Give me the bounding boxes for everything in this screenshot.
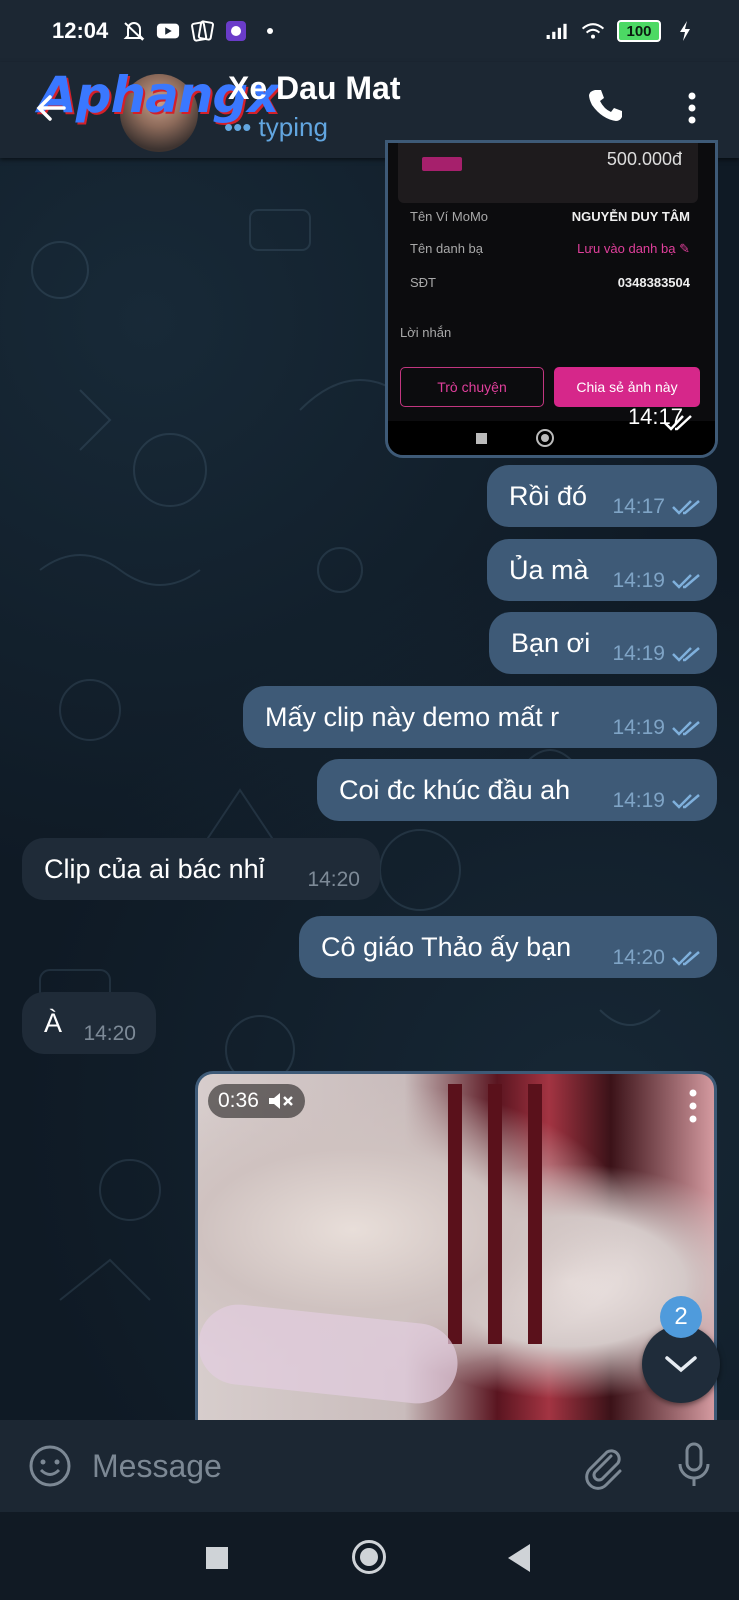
video-duration-label: 0:36	[218, 1089, 259, 1112]
message-time: 14:19	[612, 569, 665, 592]
signal-icon	[545, 20, 569, 42]
message-bubble[interactable]: Clip của ai bác nhỉ 14:20	[22, 838, 380, 900]
home-icon	[536, 429, 554, 447]
double-check-icon	[672, 500, 700, 515]
shot-row: Tên Ví MoMo NGUYỄN DUY TÂM	[410, 209, 690, 224]
more-vertical-icon	[689, 1089, 697, 1123]
message-time: 14:19	[612, 716, 665, 739]
status-time: 12:04	[52, 18, 109, 43]
wifi-icon	[581, 20, 605, 42]
message-text: Cô giáo Thảo ấy bạn	[321, 931, 572, 962]
cards-icon	[190, 20, 215, 42]
contact-name[interactable]: Xe Dau Mat	[228, 70, 400, 107]
mute-icon	[122, 20, 146, 42]
message-time: 14:20	[307, 868, 360, 891]
message-composer	[0, 1420, 739, 1512]
message-time: 14:20	[612, 946, 665, 969]
edit-icon: ✎	[679, 241, 690, 256]
shot-row: Tên danh bạ Lưu vào danh bạ ✎	[410, 241, 690, 256]
message-bubble[interactable]: Bạn ơi 14:19	[489, 612, 717, 674]
message-text: Bạn ơi	[511, 627, 591, 658]
double-check-icon	[672, 721, 700, 736]
message-bubble[interactable]: Ủa mà 14:19	[487, 539, 717, 601]
double-check-icon	[664, 415, 692, 431]
charging-icon	[673, 20, 697, 42]
unread-count-badge[interactable]: 2	[660, 1296, 702, 1338]
message-text: Ủa mà	[509, 554, 589, 585]
message-input[interactable]	[92, 1438, 552, 1494]
message-bubble[interactable]: Mấy clip này demo mất r 14:19	[243, 686, 717, 748]
message-time: 14:20	[83, 1022, 136, 1045]
message-bubble[interactable]: Cô giáo Thảo ấy bạn 14:20	[299, 916, 717, 978]
shot-share-button: Chia sẻ ảnh này	[554, 367, 700, 407]
double-check-icon	[672, 951, 700, 966]
message-text: Rồi đó	[509, 480, 588, 511]
recents-button[interactable]	[206, 1547, 228, 1569]
more-vertical-icon	[688, 92, 696, 124]
shot-row-value: Lưu vào danh bạ ✎	[577, 241, 690, 256]
message-text: Clip của ai bác nhỉ	[44, 853, 265, 884]
shot-chat-button: Trò chuyện	[400, 367, 544, 407]
system-back-button[interactable]	[508, 1544, 530, 1572]
shot-row-label: Tên Ví MoMo	[410, 209, 489, 224]
shot-row-label: SĐT	[410, 275, 436, 290]
video-duration: 0:36	[208, 1084, 305, 1118]
microphone-icon	[678, 1442, 710, 1486]
shot-row-label: Tên danh bạ	[410, 241, 484, 256]
shot-row-value: 0348383504	[617, 275, 690, 290]
message-text: Mấy clip này demo mất r	[265, 701, 560, 732]
typing-status-label: typing	[258, 112, 328, 142]
double-check-icon	[672, 647, 700, 662]
shot-row: SĐT 0348383504	[410, 275, 690, 290]
double-check-icon	[672, 794, 700, 809]
message-text: À	[44, 1007, 63, 1038]
app-icon	[224, 20, 248, 42]
message-time: 14:19	[612, 642, 665, 665]
video-more-button[interactable]	[688, 1088, 698, 1124]
muted-speaker-icon	[268, 1093, 293, 1109]
more-options-button[interactable]	[680, 86, 704, 130]
message-bubble[interactable]: Rồi đó 14:17	[487, 465, 717, 527]
status-bar: 12:04 100	[0, 0, 739, 62]
attach-button[interactable]	[580, 1442, 628, 1490]
typing-status: ••• typing	[224, 112, 328, 143]
shot-row-value: NGUYỄN DUY TÂM	[571, 209, 690, 224]
home-button[interactable]	[352, 1540, 386, 1574]
paperclip-icon	[585, 1449, 622, 1490]
message-time: 14:19	[612, 789, 665, 812]
message-bubble[interactable]: Coi đc khúc đầu ah 14:19	[317, 759, 717, 821]
battery-icon: 100	[617, 20, 661, 42]
call-button[interactable]	[583, 84, 627, 128]
emoji-button[interactable]	[28, 1444, 72, 1488]
system-navbar	[0, 1512, 739, 1600]
message-text: Coi đc khúc đầu ah	[339, 774, 571, 805]
momo-logo	[422, 157, 462, 171]
typing-dots-icon: •••	[224, 112, 252, 142]
double-check-icon	[672, 574, 700, 589]
shot-note-label: Lời nhắn	[400, 325, 452, 340]
smiley-icon	[29, 1445, 71, 1487]
square-icon	[476, 433, 487, 444]
shot-amount: 500.000đ	[606, 149, 682, 169]
back-arrow-icon	[36, 95, 66, 121]
message-time: 14:17	[612, 495, 665, 518]
message-bubble[interactable]: À 14:20	[22, 992, 156, 1054]
phone-icon	[589, 90, 622, 121]
youtube-icon	[156, 20, 180, 42]
chevron-down-icon	[665, 1356, 697, 1373]
back-button[interactable]	[30, 86, 74, 130]
dot-icon	[258, 20, 282, 42]
video-message[interactable]: 0:36	[195, 1071, 717, 1420]
voice-record-button[interactable]	[672, 1440, 716, 1492]
